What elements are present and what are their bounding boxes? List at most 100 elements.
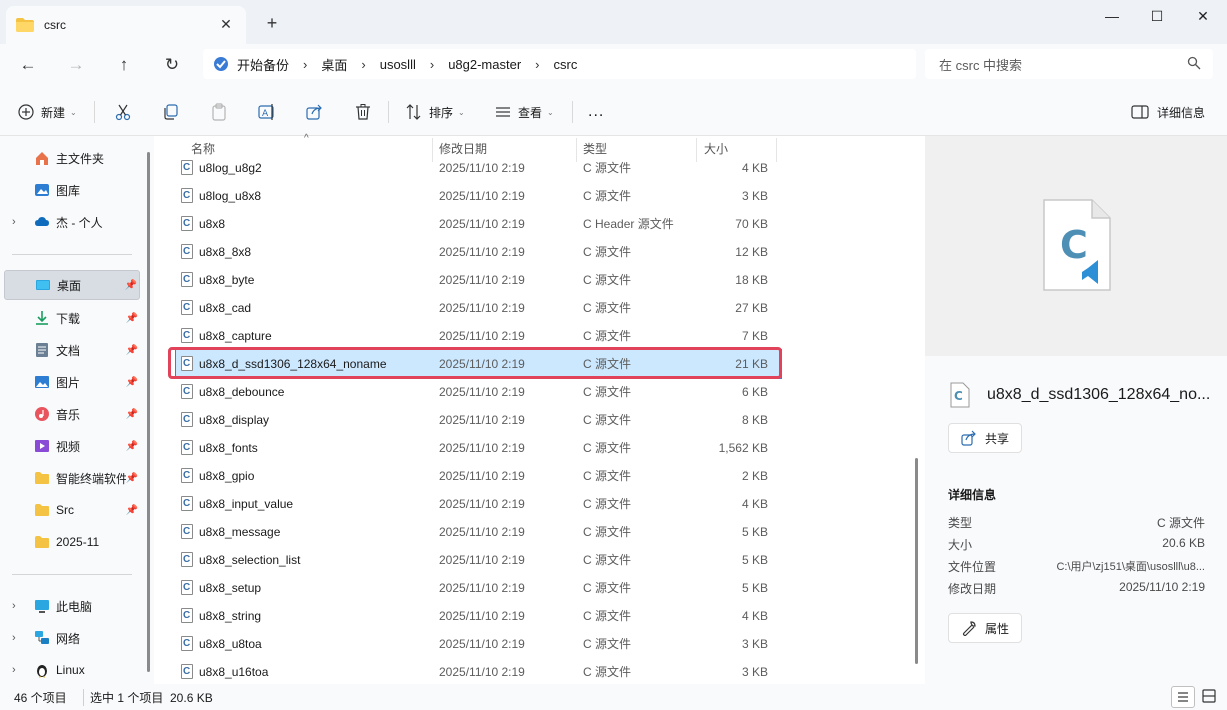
breadcrumb-usoslll[interactable]: usoslll (380, 57, 416, 72)
sidebar-item-src[interactable]: Src 📌 (4, 496, 140, 524)
table-row[interactable]: Cu8x8_cad 2025/11/10 2:19 C 源文件 27 KB (176, 294, 781, 322)
breadcrumb-backup[interactable]: 开始备份 (237, 55, 289, 74)
chevron-right-icon[interactable]: › (430, 57, 434, 72)
breadcrumb-desktop[interactable]: 桌面 (321, 55, 347, 74)
file-type: C 源文件 (583, 665, 632, 679)
table-row[interactable]: Cu8x8_fonts 2025/11/10 2:19 C 源文件 1,562 KB (176, 434, 781, 462)
chevron-right-icon[interactable]: › (12, 600, 16, 612)
search-icon (1187, 56, 1201, 70)
pin-icon[interactable]: 📌 (126, 345, 138, 356)
minimize-icon[interactable]: — (1089, 4, 1135, 28)
file-type: C 源文件 (583, 525, 632, 539)
share-button[interactable]: 共享 (948, 423, 1023, 453)
chevron-right-icon[interactable]: › (12, 632, 16, 644)
sidebar-scrollbar[interactable] (147, 152, 150, 672)
pin-icon[interactable]: 📌 (126, 441, 138, 452)
table-row[interactable]: Cu8x8_string 2025/11/10 2:19 C 源文件 4 KB (176, 602, 781, 630)
chevron-right-icon[interactable]: › (12, 664, 16, 676)
pin-icon[interactable]: 📌 (126, 313, 138, 324)
c-source-file-icon: C (181, 328, 193, 343)
sidebar-item-music[interactable]: 音乐 📌 (4, 400, 140, 428)
table-row[interactable]: Cu8x8_selection_list 2025/11/10 2:19 C 源文件… (176, 546, 781, 574)
file-name: u8log_u8x8 (199, 189, 262, 203)
sidebar-item-network[interactable]: › 网络 (4, 624, 140, 652)
cut-button[interactable] (114, 100, 132, 124)
table-row[interactable]: Cu8x8_u16toa 2025/11/10 2:19 C 源文件 3 KB (176, 658, 781, 686)
table-row[interactable]: Cu8log_u8g2 2025/11/10 2:19 C 源文件 4 KB (176, 154, 781, 182)
plus-circle-icon (18, 104, 34, 120)
tiles-view-button[interactable] (1198, 686, 1222, 708)
close-tab-icon[interactable]: ✕ (218, 16, 234, 32)
table-row[interactable]: Cu8x8_message 2025/11/10 2:19 C 源文件 5 KB (176, 518, 781, 546)
pin-icon[interactable]: 📌 (126, 377, 138, 388)
sidebar-item-linux[interactable]: › Linux (4, 656, 140, 684)
paste-button[interactable] (210, 100, 228, 124)
details-button[interactable]: 详细信息 (1131, 100, 1205, 124)
delete-button[interactable] (354, 100, 372, 124)
new-button[interactable]: 新建 ⌄ (18, 100, 77, 124)
file-type: C 源文件 (583, 161, 632, 175)
view-button[interactable]: 查看 ⌄ (494, 100, 554, 124)
details-view-button[interactable] (1171, 686, 1195, 708)
new-tab-icon[interactable]: + (262, 13, 282, 33)
breadcrumb-csrc[interactable]: csrc (554, 57, 578, 72)
table-row[interactable]: Cu8x8_byte 2025/11/10 2:19 C 源文件 18 KB (176, 266, 781, 294)
pin-icon[interactable]: 📌 (126, 409, 138, 420)
more-options-button[interactable]: ... (588, 100, 604, 124)
address-bar[interactable]: 开始备份 › 桌面 › usoslll › u8g2-master › csrc (203, 49, 916, 79)
prop-size-label: 大小 (948, 538, 973, 552)
sort-button[interactable]: 排序 ⌄ (405, 100, 465, 124)
table-row[interactable]: Cu8x8 2025/11/10 2:19 C Header 源文件 70 KB (176, 210, 781, 238)
table-row[interactable]: Cu8x8_input_value 2025/11/10 2:19 C 源文件 4 K… (176, 490, 781, 518)
selected-file-name: u8x8_d_ssd1306_128x64_no... (987, 386, 1211, 403)
sidebar-item-this-pc[interactable]: › 此电脑 (4, 592, 140, 620)
sidebar-item-desktop[interactable]: 桌面 📌 (4, 270, 140, 300)
file-list-scrollbar[interactable] (915, 458, 918, 664)
close-window-icon[interactable]: ✕ (1180, 4, 1226, 28)
sidebar-item-onedrive[interactable]: › 杰 - 个人 (4, 208, 140, 236)
copy-button[interactable] (162, 100, 180, 124)
prop-location-value[interactable]: C:\用户\zj151\桌面\usoslll\u8... (1056, 558, 1205, 574)
properties-label: 属性 (985, 621, 1010, 636)
sort-label: 排序 (429, 105, 454, 120)
forward-icon[interactable]: → (62, 52, 90, 78)
share-button[interactable] (306, 100, 324, 124)
table-row[interactable]: Cu8x8_8x8 2025/11/10 2:19 C 源文件 12 KB (176, 238, 781, 266)
chevron-right-icon[interactable]: › (12, 216, 16, 228)
table-row[interactable]: Cu8x8_gpio 2025/11/10 2:19 C 源文件 2 KB (176, 462, 781, 490)
pin-icon[interactable]: 📌 (126, 473, 138, 484)
table-row[interactable]: Cu8x8_debounce 2025/11/10 2:19 C 源文件 6 KB (176, 378, 781, 406)
table-row[interactable]: Cu8log_u8x8 2025/11/10 2:19 C 源文件 3 KB (176, 182, 781, 210)
sidebar-item-pictures[interactable]: 图片 📌 (4, 368, 140, 396)
status-bar: 46 个项目 选中 1 个项目 20.6 KB (0, 684, 1227, 710)
chevron-right-icon[interactable]: › (303, 57, 307, 72)
rename-button[interactable]: A (258, 100, 276, 124)
chevron-right-icon[interactable]: › (535, 57, 539, 72)
table-row[interactable]: Cu8x8_display 2025/11/10 2:19 C 源文件 8 KB (176, 406, 781, 434)
file-size: 3 KB (741, 665, 768, 679)
sidebar-item-downloads[interactable]: 下载 📌 (4, 304, 140, 332)
table-row[interactable]: Cu8x8_u8toa 2025/11/10 2:19 C 源文件 3 KB (176, 630, 781, 658)
properties-button[interactable]: 属性 (948, 613, 1023, 643)
maximize-icon[interactable]: ☐ (1134, 4, 1180, 28)
up-icon[interactable]: ↑ (110, 52, 138, 78)
pin-icon[interactable]: 📌 (126, 505, 138, 516)
sidebar-item-2025-11[interactable]: 2025-11 (4, 528, 140, 556)
sidebar-item-videos[interactable]: 视频 📌 (4, 432, 140, 460)
c-source-file-icon: C (181, 636, 193, 651)
table-row[interactable]: Cu8x8_capture 2025/11/10 2:19 C 源文件 7 KB (176, 322, 781, 350)
search-input[interactable]: 在 csrc 中搜索 (925, 49, 1213, 79)
refresh-icon[interactable]: ↻ (158, 52, 186, 78)
sidebar-item-home[interactable]: 主文件夹 (4, 144, 140, 172)
chevron-right-icon[interactable]: › (361, 57, 365, 72)
back-icon[interactable]: ← (14, 52, 42, 78)
title-bar: csrc ✕ + — ☐ ✕ (0, 0, 1227, 44)
sidebar-item-gallery[interactable]: 图库 (4, 176, 140, 204)
breadcrumb-u8g2-master[interactable]: u8g2-master (448, 57, 521, 72)
sidebar-item-documents[interactable]: 文档 📌 (4, 336, 140, 364)
table-row[interactable]: Cu8x8_setup 2025/11/10 2:19 C 源文件 5 KB (176, 574, 781, 602)
tab-csrc[interactable]: csrc ✕ (6, 6, 246, 44)
file-size: 18 KB (735, 273, 768, 287)
sidebar-item-smart-terminal[interactable]: 智能终端软件 📌 (4, 464, 140, 492)
pin-icon[interactable]: 📌 (125, 280, 137, 291)
